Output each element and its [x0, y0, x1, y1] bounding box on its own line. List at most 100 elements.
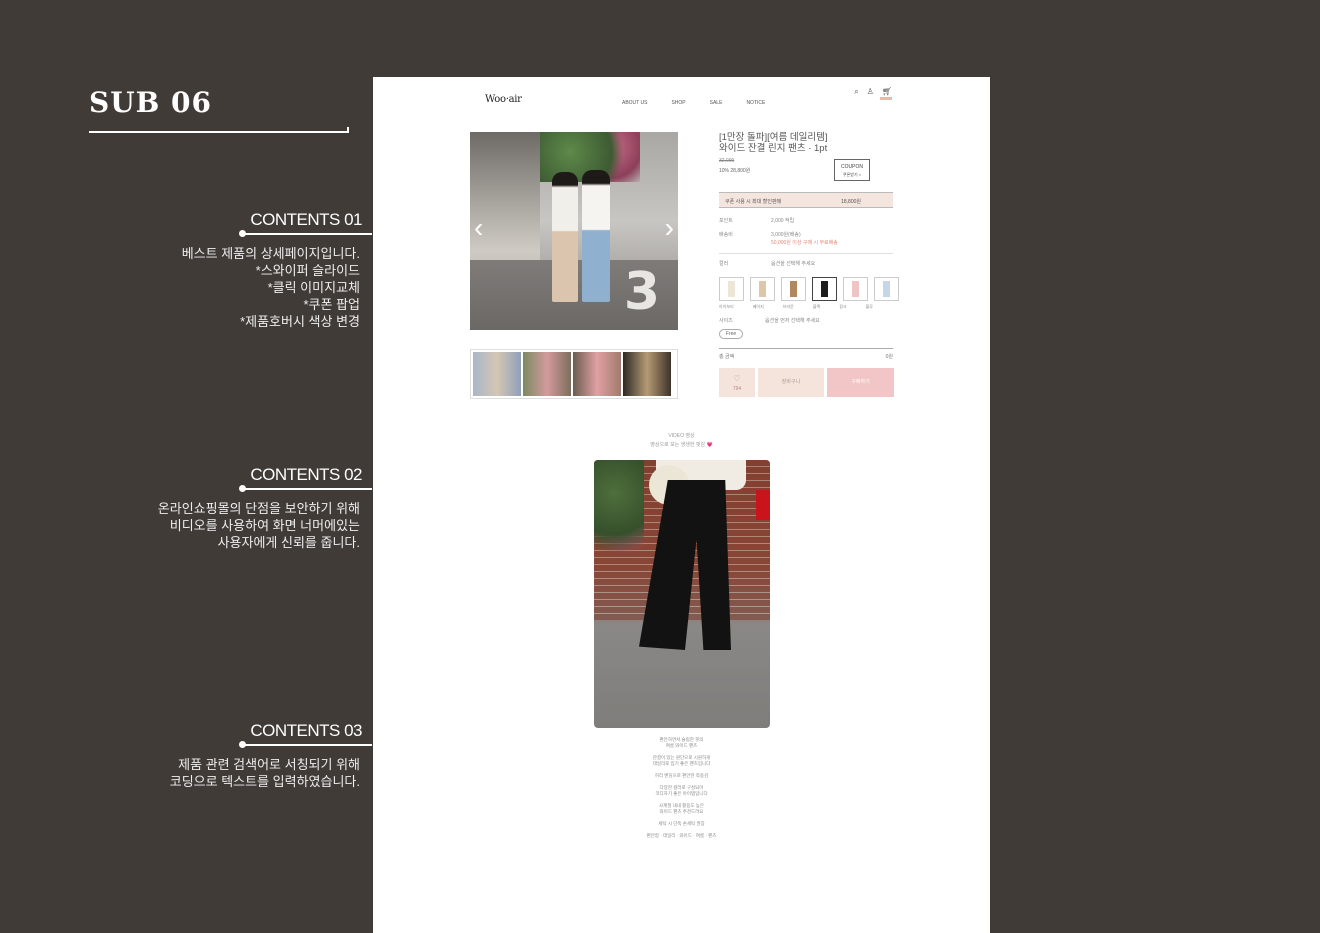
color-swatches	[719, 277, 899, 301]
description-line: *클릭 이미지교체	[267, 280, 360, 295]
heart-icon: ♡	[733, 374, 741, 383]
video-mailbox	[756, 490, 770, 520]
product-main-image: 3 ‹ ›	[470, 132, 678, 330]
main-nav: ABOUT US SHOP SALE NOTICE	[622, 100, 765, 106]
image-model-left	[552, 172, 578, 302]
product-description: 편안하면서 슬림한 핏의 여름 와이드 팬츠 잔결이 있는 원단으로 시원하게 …	[373, 737, 990, 839]
color-row: 컬러 옵션을 선택해 주세요	[719, 260, 815, 267]
product-title: [1만장 돌파][여름 데일리템] 와이드 잔결 린지 팬츠 · 1pt	[719, 132, 869, 154]
original-price: 32,000	[719, 158, 735, 164]
site-logo[interactable]: Woo·air	[485, 94, 522, 105]
video-section-subtitle: 영상으로 보는 생생한 핏감 💗	[650, 442, 713, 448]
page-title: SUB 06	[89, 86, 213, 119]
swatch-label: 브라운	[782, 304, 794, 309]
discount-label: 쿠폰 사용 시 최대 할인판매	[725, 199, 782, 205]
swatch-label: 블랙	[812, 304, 821, 309]
section-dot	[239, 485, 246, 492]
section-heading: CONTENTS 03	[250, 721, 362, 740]
size-row: 사이즈 옵션을 먼저 선택해 주세요	[719, 317, 820, 324]
size-placeholder: 옵션을 먼저 선택해 주세요	[765, 318, 820, 324]
thumbnail-strip	[470, 349, 678, 399]
swatch-fill	[759, 281, 766, 297]
product-video[interactable]	[594, 460, 770, 728]
nav-item-shop[interactable]: SHOP	[671, 100, 685, 106]
description-text-line: 편안함 · 데일리 · 와이드 · 여름 · 팬츠	[646, 833, 717, 838]
swatch-blue[interactable]	[874, 277, 899, 301]
wishlist-button[interactable]: ♡ 794	[719, 368, 755, 397]
section-dot	[239, 230, 246, 237]
swatch-fill	[883, 281, 890, 297]
swatch-labels: 아이보리 베이지 브라운 블랙 핑크 블루	[719, 304, 873, 310]
image-model-right	[582, 170, 610, 302]
section-description: 온라인쇼핑몰의 단점을 보안하기 위해 비디오를 사용하여 화면 너머에있는 사…	[158, 500, 360, 551]
info-row-point: 포인트 2,000 적립	[719, 217, 794, 224]
total-row: 총 금액 0원	[719, 348, 893, 360]
section-heading: CONTENTS 01	[250, 210, 362, 229]
description-line: 온라인쇼핑몰의 단점을 보안하기 위해	[157, 501, 360, 516]
user-icon[interactable]: ♙	[867, 87, 892, 100]
swatch-beige[interactable]	[750, 277, 775, 301]
description-line: 베스트 제품의 상세페이지입니다.	[181, 246, 360, 261]
nav-item-notice[interactable]: NOTICE	[746, 100, 765, 106]
size-option-button[interactable]: Free	[719, 329, 743, 339]
cart-icon[interactable]: 🛒︎	[882, 87, 892, 97]
slide-prev-icon[interactable]: ‹	[474, 212, 483, 244]
description-line: *스와이퍼 슬라이드	[255, 263, 360, 278]
divider	[719, 253, 893, 254]
swatch-fill	[790, 281, 797, 297]
swatch-brown[interactable]	[781, 277, 806, 301]
title-underline	[89, 127, 349, 133]
swatch-fill	[821, 281, 828, 297]
description-line: 사용자에게 신뢰를 줍니다.	[217, 535, 360, 550]
add-to-cart-button[interactable]: 장바구니	[758, 368, 824, 397]
nav-item-about[interactable]: ABOUT US	[622, 100, 647, 106]
description-line: *쿠폰 팝업	[303, 297, 360, 312]
info-value: 2,000 적립	[771, 218, 795, 224]
section-dot	[239, 741, 246, 748]
section-description: 제품 관련 검색어로 서칭되기 위해 코딩으로 텍스트를 입력하였습니다.	[170, 756, 360, 790]
video-section-title: VIDEO 영상	[668, 433, 695, 439]
swatch-label: 블루	[865, 304, 873, 309]
coupon-sub: 쿠폰받기 >	[842, 172, 862, 177]
video-bush	[594, 460, 644, 570]
sale-price: 10% 28,800원	[719, 168, 751, 174]
swatch-label: 베이지	[752, 304, 764, 309]
info-value: 3,000원(배송)	[771, 232, 801, 238]
thumbnail[interactable]	[523, 352, 571, 396]
swatch-label: 아이보리	[719, 304, 734, 309]
thumbnail[interactable]	[623, 352, 671, 396]
search-icon[interactable]: ⌕	[854, 87, 858, 97]
section-heading: CONTENTS 02	[250, 465, 362, 484]
swatch-fill	[852, 281, 859, 297]
description-line: 코딩으로 텍스트를 입력하였습니다.	[169, 774, 360, 789]
slide-next-icon[interactable]: ›	[665, 212, 674, 244]
wish-count: 794	[732, 386, 742, 392]
header-icons: ⌕ ♙ 🛒︎	[854, 87, 892, 100]
color-placeholder: 옵션을 선택해 주세요	[771, 261, 816, 267]
swatch-ivory[interactable]	[719, 277, 744, 301]
swatch-black[interactable]	[812, 277, 837, 301]
thumbnail[interactable]	[573, 352, 621, 396]
user-badge	[879, 97, 892, 100]
section-rule	[242, 233, 372, 235]
size-label: 사이즈	[719, 318, 733, 324]
coupon-discount-bar: 쿠폰 사용 시 최대 할인판매 18,800원	[719, 192, 893, 208]
discount-price: 18,800원	[841, 199, 861, 205]
swatch-pink[interactable]	[843, 277, 868, 301]
buy-now-button[interactable]: 구매하기	[827, 368, 894, 397]
info-label: 포인트	[719, 218, 733, 224]
nav-item-sale[interactable]: SALE	[710, 100, 723, 106]
thumbnail[interactable]	[473, 352, 521, 396]
color-label: 컬러	[719, 261, 729, 267]
section-rule	[242, 744, 372, 746]
shipping-note: 50,000원 이상 구매 시 무료배송	[771, 240, 838, 246]
product-title-line: 와이드 잔결 린지 팬츠 · 1pt	[719, 143, 828, 154]
total-label: 총 금액	[719, 354, 735, 360]
coupon-button[interactable]: COUPON 쿠폰받기 >	[834, 159, 870, 181]
section-rule	[242, 488, 372, 490]
total-value: 0원	[885, 354, 893, 360]
description-line: 비디오를 사용하여 화면 너머에있는	[169, 518, 360, 533]
swatch-label: 핑크	[839, 304, 847, 309]
description-line: 제품 관련 검색어로 서칭되기 위해	[178, 757, 360, 772]
coupon-label: COUPON	[841, 164, 863, 170]
